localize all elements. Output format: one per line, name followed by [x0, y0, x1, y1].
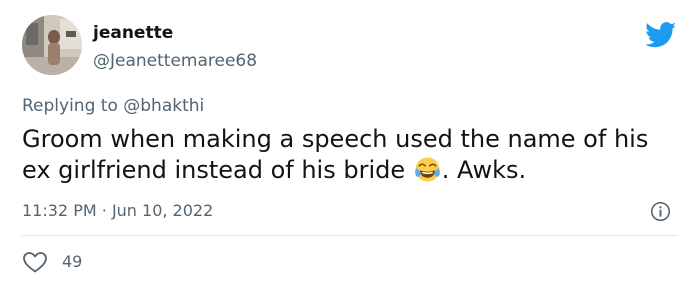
tweet-text-main: Groom when making a speech used the name…	[22, 125, 649, 184]
meta-separator: ·	[101, 201, 107, 220]
divider	[22, 235, 678, 236]
reply-prefix: Replying to	[22, 96, 118, 116]
reply-target-link[interactable]: @bhakthi	[123, 96, 204, 116]
like-action[interactable]: 49	[22, 251, 82, 273]
display-name[interactable]: jeanette	[93, 22, 173, 44]
heart-icon[interactable]	[22, 251, 48, 273]
reply-context: Replying to @bhakthi	[22, 95, 204, 117]
tweet-date[interactable]: Jun 10, 2022	[112, 201, 213, 220]
tweet-text: Groom when making a speech used the name…	[22, 124, 682, 186]
avatar-photo	[22, 15, 82, 75]
avatar[interactable]	[22, 15, 82, 75]
user-handle[interactable]: @Jeanettemaree68	[93, 50, 257, 72]
twitter-bird-icon[interactable]	[645, 22, 677, 48]
tweet-timestamp[interactable]: 11:32 PM · Jun 10, 2022	[22, 200, 213, 222]
tweet-text-end: . Awks.	[441, 156, 527, 184]
info-icon[interactable]	[650, 201, 671, 222]
tweet-time[interactable]: 11:32 PM	[22, 201, 97, 220]
face-with-tears-of-joy-icon	[414, 157, 440, 182]
like-count: 49	[62, 252, 83, 271]
